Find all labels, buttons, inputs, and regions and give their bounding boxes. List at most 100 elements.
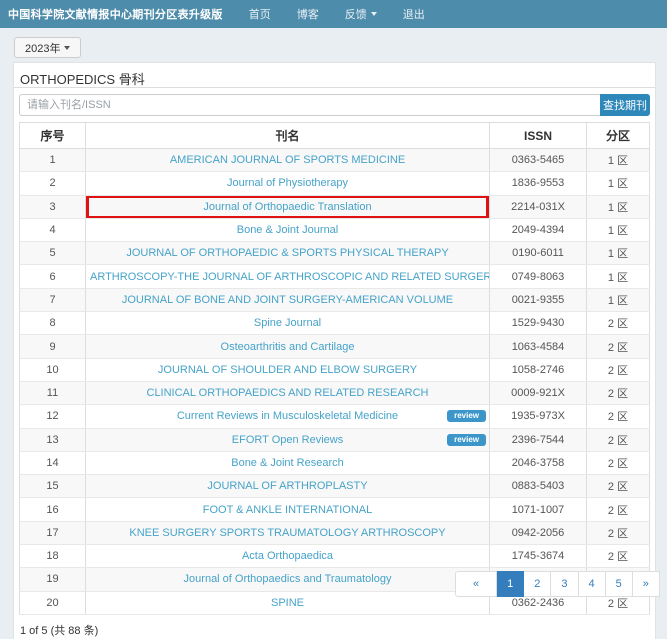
column-header-number: 序号 <box>20 123 86 149</box>
table-row: 14Bone & Joint Research2046-37582 区 <box>20 451 650 474</box>
journal-name-link[interactable]: EFORT Open Reviewsreview <box>86 428 490 451</box>
journal-partition: 2 区 <box>587 475 650 498</box>
journal-number: 1 <box>20 149 86 172</box>
journal-issn: 0363-5465 <box>490 149 587 172</box>
table-row: 8Spine Journal1529-94302 区 <box>20 312 650 335</box>
journal-name-link[interactable]: JOURNAL OF ORTHOPAEDIC & SPORTS PHYSICAL… <box>86 242 490 265</box>
journal-name-link[interactable]: Osteoarthritis and Cartilage <box>86 335 490 358</box>
journal-number: 4 <box>20 218 86 241</box>
journal-partition: 2 区 <box>587 405 650 428</box>
journal-partition: 2 区 <box>587 545 650 568</box>
journal-number: 6 <box>20 265 86 288</box>
journal-name-link[interactable]: JOURNAL OF SHOULDER AND ELBOW SURGERY <box>86 358 490 381</box>
journal-table: 序号 刊名 ISSN 分区 1AMERICAN JOURNAL OF SPORT… <box>19 122 650 615</box>
journal-issn: 1745-3674 <box>490 545 587 568</box>
journal-number: 15 <box>20 475 86 498</box>
table-row: 10JOURNAL OF SHOULDER AND ELBOW SURGERY1… <box>20 358 650 381</box>
journal-name-link[interactable]: ARTHROSCOPY-THE JOURNAL OF ARTHROSCOPIC … <box>86 265 490 288</box>
journal-issn: 1058-2746 <box>490 358 587 381</box>
journal-issn: 1836-9553 <box>490 172 587 195</box>
table-row: 6ARTHROSCOPY-THE JOURNAL OF ARTHROSCOPIC… <box>20 265 650 288</box>
category-title: ORTHOPEDICS 骨科 <box>14 63 655 88</box>
table-row: 16FOOT & ANKLE INTERNATIONAL1071-10072 区 <box>20 498 650 521</box>
pagination: «12345» <box>455 571 660 597</box>
nav-item-2[interactable]: 反馈 <box>332 6 390 22</box>
journal-issn: 2049-4394 <box>490 218 587 241</box>
pagination-next-button[interactable]: » <box>633 571 660 597</box>
journal-number: 10 <box>20 358 86 381</box>
journal-name-link[interactable]: Acta Orthopaedica <box>86 545 490 568</box>
nav-item-0[interactable]: 首页 <box>236 6 284 22</box>
caret-down-icon <box>64 46 70 50</box>
journal-issn: 2046-3758 <box>490 451 587 474</box>
journal-name-link[interactable]: AMERICAN JOURNAL OF SPORTS MEDICINE <box>86 149 490 172</box>
journal-number: 7 <box>20 288 86 311</box>
journal-number: 13 <box>20 428 86 451</box>
journal-name-link[interactable]: Spine Journal <box>86 312 490 335</box>
journal-number: 2 <box>20 172 86 195</box>
pagination-page-2[interactable]: 2 <box>524 571 551 597</box>
journal-name-link[interactable]: FOOT & ANKLE INTERNATIONAL <box>86 498 490 521</box>
journal-name-link-highlighted[interactable]: Journal of Orthopaedic Translation <box>86 195 490 218</box>
table-row: 5JOURNAL OF ORTHOPAEDIC & SPORTS PHYSICA… <box>20 242 650 265</box>
table-row: 3Journal of Orthopaedic Translation2214-… <box>20 195 650 218</box>
journal-partition: 1 区 <box>587 172 650 195</box>
journal-partition: 1 区 <box>587 265 650 288</box>
journal-partition: 2 区 <box>587 358 650 381</box>
journal-number: 12 <box>20 405 86 428</box>
journal-name-link[interactable]: KNEE SURGERY SPORTS TRAUMATOLOGY ARTHROS… <box>86 521 490 544</box>
journal-partition: 1 区 <box>587 242 650 265</box>
caret-down-icon <box>371 12 377 16</box>
journal-issn: 0021-9355 <box>490 288 587 311</box>
table-header-row: 序号 刊名 ISSN 分区 <box>20 123 650 149</box>
journal-list-panel: ORTHOPEDICS 骨科 查找期刊 序号 刊名 ISSN 分区 1AMERI… <box>13 62 656 639</box>
pagination-page-4[interactable]: 4 <box>579 571 606 597</box>
journal-partition: 2 区 <box>587 312 650 335</box>
review-badge: review <box>447 434 486 446</box>
search-input[interactable] <box>19 94 600 116</box>
journal-issn: 0190-6011 <box>490 242 587 265</box>
pagination-page-1[interactable]: 1 <box>497 571 524 597</box>
journal-table-body: 1AMERICAN JOURNAL OF SPORTS MEDICINE0363… <box>20 149 650 615</box>
journal-partition: 2 区 <box>587 381 650 404</box>
column-header-issn: ISSN <box>490 123 587 149</box>
table-row: 11CLINICAL ORTHOPAEDICS AND RELATED RESE… <box>20 381 650 404</box>
journal-name-link[interactable]: Current Reviews in Musculoskeletal Medic… <box>86 405 490 428</box>
search-journal-button[interactable]: 查找期刊 <box>600 94 650 116</box>
journal-number: 3 <box>20 195 86 218</box>
journal-name-link[interactable]: Journal of Orthopaedics and Traumatology <box>86 568 490 591</box>
journal-name-link[interactable]: Bone & Joint Research <box>86 451 490 474</box>
nav-menu: 首页博客反馈退出 <box>236 6 438 22</box>
year-dropdown-label: 2023年 <box>25 40 60 56</box>
journal-number: 18 <box>20 545 86 568</box>
year-dropdown-button[interactable]: 2023年 <box>14 37 81 58</box>
journal-issn: 0883-5403 <box>490 475 587 498</box>
pagination-prev-button[interactable]: « <box>455 571 497 597</box>
journal-name-link[interactable]: JOURNAL OF ARTHROPLASTY <box>86 475 490 498</box>
table-row: 17KNEE SURGERY SPORTS TRAUMATOLOGY ARTHR… <box>20 521 650 544</box>
table-row: 4Bone & Joint Journal2049-43941 区 <box>20 218 650 241</box>
journal-issn: 0749-8063 <box>490 265 587 288</box>
app-title: 中国科学院文献情报中心期刊分区表升级版 <box>8 6 223 22</box>
pagination-page-3[interactable]: 3 <box>551 571 578 597</box>
journal-name-link[interactable]: CLINICAL ORTHOPAEDICS AND RELATED RESEAR… <box>86 381 490 404</box>
nav-item-3[interactable]: 退出 <box>390 6 438 22</box>
journal-name-link[interactable]: JOURNAL OF BONE AND JOINT SURGERY-AMERIC… <box>86 288 490 311</box>
search-bar: 查找期刊 <box>19 94 650 116</box>
journal-issn: 1529-9430 <box>490 312 587 335</box>
journal-number: 11 <box>20 381 86 404</box>
journal-name-link[interactable]: SPINE <box>86 591 490 614</box>
journal-partition: 1 区 <box>587 218 650 241</box>
journal-partition: 2 区 <box>587 335 650 358</box>
table-row: 2Journal of Physiotherapy1836-95531 区 <box>20 172 650 195</box>
journal-name-link[interactable]: Bone & Joint Journal <box>86 218 490 241</box>
pagination-page-5[interactable]: 5 <box>606 571 633 597</box>
journal-name-link[interactable]: Journal of Physiotherapy <box>86 172 490 195</box>
nav-item-1[interactable]: 博客 <box>284 6 332 22</box>
top-navbar: 中国科学院文献情报中心期刊分区表升级版 首页博客反馈退出 <box>0 0 667 28</box>
column-header-name: 刊名 <box>86 123 490 149</box>
journal-partition: 2 区 <box>587 521 650 544</box>
table-row: 18Acta Orthopaedica1745-36742 区 <box>20 545 650 568</box>
highlight-rectangle <box>86 195 490 218</box>
journal-issn: 2214-031X <box>490 195 587 218</box>
